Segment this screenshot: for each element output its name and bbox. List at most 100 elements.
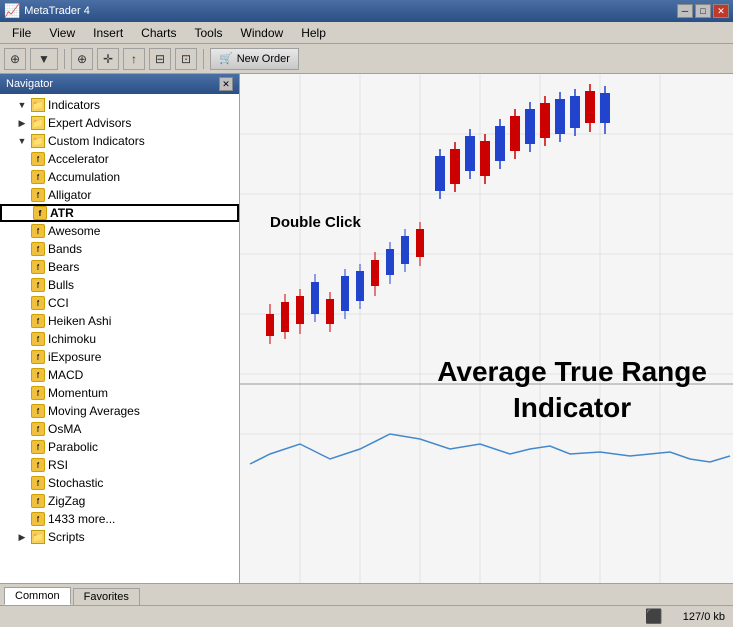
maximize-button[interactable]: □	[695, 4, 711, 18]
tab-common[interactable]: Common	[4, 587, 71, 605]
tree-item-scripts[interactable]: ▶ 📁 Scripts	[0, 528, 239, 546]
tree-item-parabolic[interactable]: f Parabolic	[0, 438, 239, 456]
indicator-icon: f	[31, 422, 45, 436]
menu-help[interactable]: Help	[293, 24, 334, 42]
expand-icon-scripts: ▶	[16, 531, 28, 543]
indicator-icon: f	[31, 260, 45, 274]
tree-icon-bands: f	[30, 241, 46, 257]
tree-item-macd[interactable]: f MACD	[0, 366, 239, 384]
atr-indicator-label: Average True RangeIndicator	[437, 354, 707, 427]
tree-label-ma: Moving Averages	[48, 404, 140, 418]
tree-item-heiken-ashi[interactable]: f Heiken Ashi	[0, 312, 239, 330]
tree-label-ichimoku: Ichimoku	[48, 332, 96, 346]
new-order-icon: 🛒	[219, 52, 233, 65]
new-order-button[interactable]: 🛒 New Order	[210, 48, 299, 70]
tree-icon-bulls: f	[30, 277, 46, 293]
app-title: MetaTrader 4	[24, 5, 90, 17]
tree-icon-ma: f	[30, 403, 46, 419]
indicator-icon: f	[31, 368, 45, 382]
indicator-icon: f	[31, 332, 45, 346]
chart-svg	[240, 74, 733, 583]
tree-item-iexposure[interactable]: f iExposure	[0, 348, 239, 366]
main-area: Navigator ✕ ▼ 📁 Indicators ▶ 📁 Expert Ad…	[0, 74, 733, 583]
navigator-tree[interactable]: ▼ 📁 Indicators ▶ 📁 Expert Advisors ▼ 📁	[0, 94, 239, 583]
tree-label-zigzag: ZigZag	[48, 494, 85, 508]
tree-item-osma[interactable]: f OsMA	[0, 420, 239, 438]
tree-icon-scripts: 📁	[30, 529, 46, 545]
tree-icon-alligator: f	[30, 187, 46, 203]
toolbar-btn-7[interactable]: ⊡	[175, 48, 197, 70]
tree-icon-awesome: f	[30, 223, 46, 239]
indicator-icon: f	[31, 170, 45, 184]
tree-label-awesome: Awesome	[48, 224, 100, 238]
tree-item-moving-averages[interactable]: f Moving Averages	[0, 402, 239, 420]
tree-label-bulls: Bulls	[48, 278, 74, 292]
tree-item-bulls[interactable]: f Bulls	[0, 276, 239, 294]
tree-label-heiken: Heiken Ashi	[48, 314, 111, 328]
toolbar-btn-6[interactable]: ⊟	[149, 48, 171, 70]
toolbar-btn-5[interactable]: ↑	[123, 48, 145, 70]
toolbar-btn-1[interactable]: ⊕	[4, 48, 26, 70]
menu-insert[interactable]: Insert	[85, 24, 131, 42]
tree-item-ichimoku[interactable]: f Ichimoku	[0, 330, 239, 348]
status-memory: 127/0 kb	[683, 611, 725, 623]
indicator-icon: f	[31, 458, 45, 472]
dbl-click-label: Double Click	[270, 214, 361, 231]
bottom-tabs: Common Favorites	[0, 583, 733, 605]
tab-favorites[interactable]: Favorites	[73, 588, 140, 605]
toolbar-btn-3[interactable]: ⊕	[71, 48, 93, 70]
indicator-icon: f	[31, 224, 45, 238]
navigator-header: Navigator ✕	[0, 74, 239, 94]
tree-label-atr: ATR	[50, 206, 74, 220]
indicator-icon: f	[31, 476, 45, 490]
tree-item-more[interactable]: f 1433 more...	[0, 510, 239, 528]
tree-item-momentum[interactable]: f Momentum	[0, 384, 239, 402]
navigator-close-button[interactable]: ✕	[219, 77, 233, 91]
tree-item-atr[interactable]: f ATR	[0, 204, 239, 222]
tree-label-momentum: Momentum	[48, 386, 108, 400]
minimize-button[interactable]: ─	[677, 4, 693, 18]
tree-item-custom-indicators[interactable]: ▼ 📁 Custom Indicators	[0, 132, 239, 150]
tree-item-bears[interactable]: f Bears	[0, 258, 239, 276]
tree-icon-macd: f	[30, 367, 46, 383]
indicator-icon: f	[31, 386, 45, 400]
tree-icon-parabolic: f	[30, 439, 46, 455]
tree-item-stochastic[interactable]: f Stochastic	[0, 474, 239, 492]
tree-item-cci[interactable]: f CCI	[0, 294, 239, 312]
tree-icon-accumulation: f	[30, 169, 46, 185]
toolbar-btn-4[interactable]: ✛	[97, 48, 119, 70]
tree-item-indicators[interactable]: ▼ 📁 Indicators	[0, 96, 239, 114]
title-bar: 📈 MetaTrader 4 ─ □ ✕	[0, 0, 733, 22]
title-bar-left: 📈 MetaTrader 4	[4, 3, 90, 19]
tree-label-bands: Bands	[48, 242, 82, 256]
title-bar-controls: ─ □ ✕	[677, 4, 729, 18]
tree-icon-osma: f	[30, 421, 46, 437]
menu-charts[interactable]: Charts	[133, 24, 184, 42]
menu-view[interactable]: View	[41, 24, 83, 42]
close-button[interactable]: ✕	[713, 4, 729, 18]
tree-item-alligator[interactable]: f Alligator	[0, 186, 239, 204]
tree-item-rsi[interactable]: f RSI	[0, 456, 239, 474]
tree-label-osma: OsMA	[48, 422, 81, 436]
tree-icon-zigzag: f	[30, 493, 46, 509]
status-memory-icon: ⬛	[645, 608, 662, 625]
indicator-icon-atr: f	[33, 206, 47, 220]
tree-item-awesome[interactable]: f Awesome	[0, 222, 239, 240]
menu-window[interactable]: Window	[233, 24, 292, 42]
tree-icon-ichimoku: f	[30, 331, 46, 347]
tree-item-accelerator[interactable]: f Accelerator	[0, 150, 239, 168]
toolbar-btn-2[interactable]: ▼	[30, 48, 58, 70]
tree-icon-stochastic: f	[30, 475, 46, 491]
tree-icon-accelerator: f	[30, 151, 46, 167]
tree-item-accumulation[interactable]: f Accumulation	[0, 168, 239, 186]
tree-item-zigzag[interactable]: f ZigZag	[0, 492, 239, 510]
menu-tools[interactable]: Tools	[187, 24, 231, 42]
toolbar-sep-2	[203, 49, 204, 69]
indicator-icon: f	[31, 314, 45, 328]
chart-area: Double Click Average True RangeIndicator	[240, 74, 733, 583]
status-bar: ⬛ 127/0 kb	[0, 605, 733, 627]
tree-item-bands[interactable]: f Bands	[0, 240, 239, 258]
menu-file[interactable]: File	[4, 24, 39, 42]
tree-item-expert-advisors[interactable]: ▶ 📁 Expert Advisors	[0, 114, 239, 132]
tree-label-stochastic: Stochastic	[48, 476, 103, 490]
